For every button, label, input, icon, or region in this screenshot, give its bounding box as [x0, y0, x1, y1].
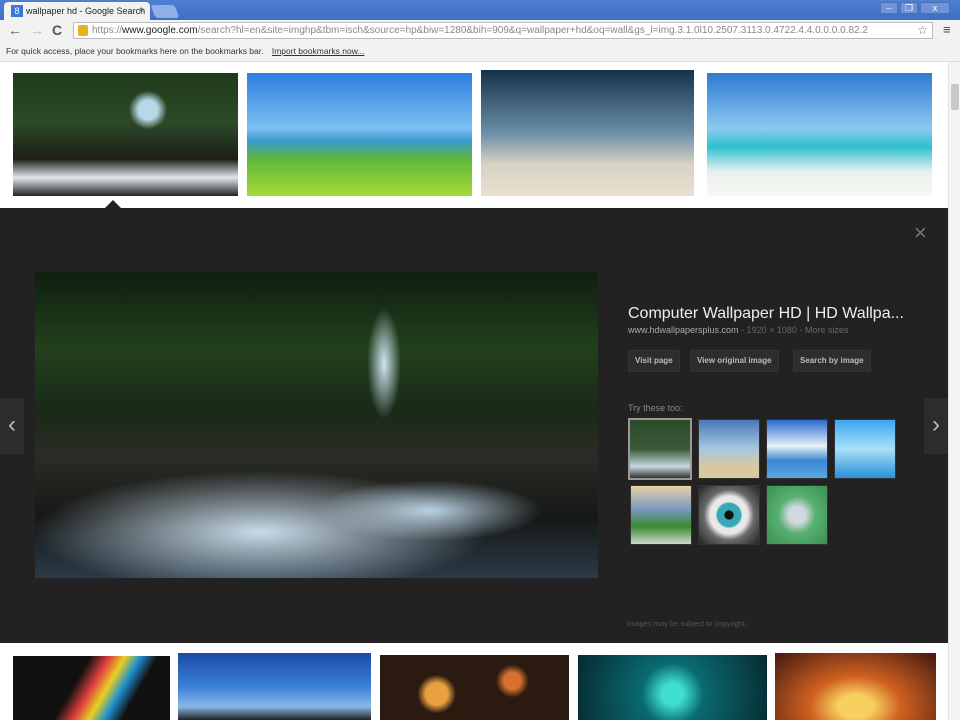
result-image-bokeh[interactable]: [380, 655, 569, 720]
new-tab-button[interactable]: [150, 5, 180, 18]
forward-icon[interactable]: →: [30, 22, 44, 38]
source-link[interactable]: www.hdwallpapersplus.com: [628, 325, 739, 335]
import-bookmarks-link[interactable]: Import bookmarks now...: [272, 46, 365, 56]
view-original-button[interactable]: View original image: [690, 350, 779, 372]
url-path: /search?hl=en&site=imghp&tbm=isch&source…: [197, 25, 868, 36]
back-icon[interactable]: ←: [8, 22, 22, 38]
tab-title: wallpaper hd - Google Search: [26, 6, 146, 16]
scrollbar[interactable]: [948, 62, 960, 720]
related-thumb-5[interactable]: [630, 485, 692, 545]
result-image-sky[interactable]: [178, 653, 371, 720]
next-image-button[interactable]: ›: [924, 398, 948, 454]
close-window-button[interactable]: x: [920, 2, 950, 14]
related-thumb-6[interactable]: [698, 485, 760, 545]
image-title[interactable]: Computer Wallpaper HD | HD Wallpa...: [628, 305, 904, 323]
selection-pointer: [105, 200, 121, 208]
lock-icon: [78, 25, 88, 36]
related-thumb-4[interactable]: [834, 419, 896, 479]
tab-close-icon[interactable]: ×: [139, 5, 144, 15]
restore-button[interactable]: ❐: [900, 2, 918, 14]
related-thumb-2[interactable]: [698, 419, 760, 479]
try-these-label: Try these too:: [628, 403, 683, 413]
result-image-cyan[interactable]: [578, 655, 767, 720]
bookmarks-bar: For quick access, place your bookmarks h…: [0, 42, 960, 62]
reload-icon[interactable]: C: [52, 22, 62, 38]
menu-icon[interactable]: ≡: [943, 22, 951, 37]
search-by-image-button[interactable]: Search by image: [793, 350, 871, 372]
related-thumb-3[interactable]: [766, 419, 828, 479]
result-image-sunset[interactable]: [775, 653, 936, 720]
bookmarks-hint: For quick access, place your bookmarks h…: [6, 46, 264, 56]
close-preview-icon[interactable]: ×: [914, 220, 927, 246]
url-prefix: https://: [92, 25, 123, 36]
related-thumb-7[interactable]: [766, 485, 828, 545]
image-dimensions[interactable]: - 1920 × 1080 - More sizes: [739, 325, 848, 335]
previous-image-button[interactable]: ‹: [0, 398, 24, 454]
bookmark-star-icon[interactable]: ☆: [917, 23, 928, 37]
result-image-abstract[interactable]: [13, 656, 170, 720]
google-favicon-icon: 8: [11, 5, 23, 17]
result-image-waterfall[interactable]: [13, 73, 238, 196]
result-image-bottle[interactable]: [481, 70, 694, 196]
url-host: www.google.com: [122, 25, 198, 36]
image-source: www.hdwallpapersplus.com - 1920 × 1080 -…: [628, 325, 848, 335]
related-thumb-1[interactable]: [628, 418, 692, 480]
copyright-notice: Images may be subject to copyright.: [627, 619, 748, 628]
result-image-beach[interactable]: [707, 73, 932, 196]
preview-image[interactable]: [35, 272, 598, 578]
scrollbar-thumb[interactable]: [951, 84, 959, 110]
minimize-button[interactable]: –: [880, 2, 898, 14]
result-image-meadow[interactable]: [247, 73, 472, 196]
browser-tab[interactable]: 8 wallpaper hd - Google Search ×: [4, 2, 150, 20]
address-bar[interactable]: https://www.google.com/search?hl=en&site…: [73, 22, 933, 39]
visit-page-button[interactable]: Visit page: [628, 350, 680, 372]
